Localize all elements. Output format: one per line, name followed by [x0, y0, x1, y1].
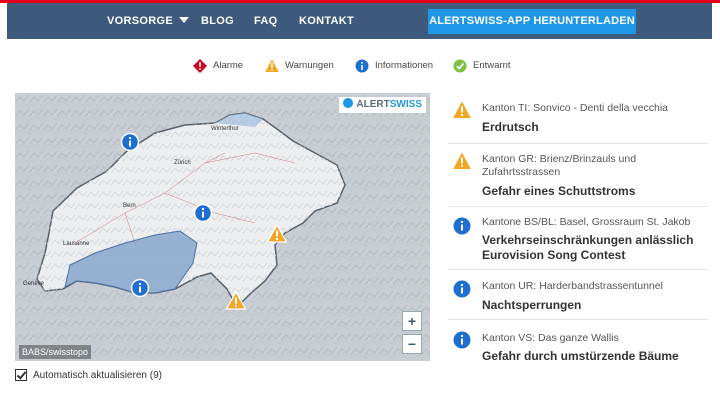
- alert-map[interactable]: Winterthur Zürich Bern Lausanne Genève A…: [15, 93, 430, 361]
- warning-triangle-icon: [453, 152, 471, 169]
- switzerland-map: Winterthur Zürich Bern Lausanne Genève: [15, 93, 430, 361]
- warning-triangle-icon: [265, 59, 279, 72]
- nav-kontakt[interactable]: KONTAKT: [299, 3, 354, 39]
- zoom-in-button[interactable]: +: [402, 311, 422, 331]
- map-attribution: BABS/swisstopo: [19, 345, 92, 359]
- alert-title: Verkehrseinschränkungen anlässlich Eurov…: [482, 233, 694, 262]
- info-circle-icon: [453, 280, 471, 298]
- place-label: Lausanne: [63, 241, 90, 247]
- auto-update-checkbox[interactable]: [15, 369, 27, 381]
- legend-label: Warnungen: [285, 60, 334, 71]
- info-circle-icon: [453, 331, 471, 349]
- alert-title: Gefahr eines Schuttstroms: [482, 184, 636, 198]
- alert-region: Kanton GR: Brienz/Brinzauls und Zufahrts…: [482, 153, 637, 178]
- zoom-out-button[interactable]: −: [402, 334, 422, 354]
- alert-title: Nachtsperrungen: [482, 298, 582, 312]
- main-navigation: VORSORGE BLOG FAQ KONTAKT ALERTSWISS-APP…: [7, 3, 712, 39]
- alert-region: Kantone BS/BL: Basel, Grossraum St. Jako…: [482, 216, 691, 228]
- alertswiss-logo: ALERTSWISS: [339, 97, 426, 113]
- nav-vorsorge-label: VORSORGE: [107, 15, 173, 27]
- legend-label: Informationen: [375, 60, 434, 71]
- map-marker-info: [193, 203, 213, 223]
- place-label: Bern: [123, 203, 136, 209]
- nav-faq[interactable]: FAQ: [254, 3, 278, 39]
- map-marker-info: [130, 278, 150, 298]
- caret-down-icon: [178, 17, 189, 23]
- alert-entry[interactable]: Kantone BS/BL: Basel, Grossraum St. Jako…: [448, 207, 708, 270]
- check-circle-icon: [453, 59, 467, 73]
- alert-title: Erdrutsch: [482, 120, 539, 134]
- alarm-diamond-icon: [193, 59, 207, 73]
- auto-update-text: Automatisch aktualisieren: [33, 370, 147, 381]
- alert-entry[interactable]: Kanton GR: Brienz/Brinzauls und Zufahrts…: [448, 144, 708, 207]
- info-circle-icon: [355, 59, 369, 73]
- alert-entry[interactable]: Kanton UR: Harderbandstrassentunnel Nach…: [448, 270, 708, 320]
- info-circle-icon: [453, 217, 471, 235]
- alert-entry[interactable]: Kanton TI: Sonvico - Denti della vecchia…: [448, 93, 708, 144]
- alert-region: Kanton UR: Harderbandstrassentunnel: [482, 280, 663, 292]
- warning-triangle-icon: [453, 101, 471, 118]
- place-label: Winterthur: [211, 126, 239, 132]
- map-marker-info: [120, 132, 140, 152]
- brand-suffix: SWISS: [389, 99, 422, 110]
- legend-label: Alarme: [213, 60, 244, 71]
- auto-update-count: (9): [149, 370, 162, 381]
- place-label: Zürich: [174, 160, 191, 166]
- place-label: Genève: [23, 281, 45, 287]
- nav-vorsorge[interactable]: VORSORGE: [107, 3, 189, 39]
- legend-label: Entwarnt: [473, 60, 511, 71]
- auto-update-label: Automatisch aktualisieren (9): [33, 369, 162, 382]
- nav-blog[interactable]: BLOG: [201, 3, 234, 39]
- alert-region: Kanton TI: Sonvico - Denti della vecchia: [482, 102, 668, 114]
- download-app-button[interactable]: ALERTSWISS-APP HERUNTERLADEN: [428, 9, 636, 34]
- alert-title: Gefahr durch umstürzende Bäume: [482, 349, 679, 363]
- alert-region: Kanton VS: Das ganze Wallis: [482, 332, 619, 344]
- alertswiss-logo-icon: [343, 98, 354, 108]
- brand-prefix: ALERT: [356, 99, 390, 110]
- alert-entry[interactable]: Kanton VS: Das ganze Wallis Gefahr durch…: [448, 320, 708, 370]
- legend: Alarme Warnungen Informationen Entwarnt: [0, 57, 720, 75]
